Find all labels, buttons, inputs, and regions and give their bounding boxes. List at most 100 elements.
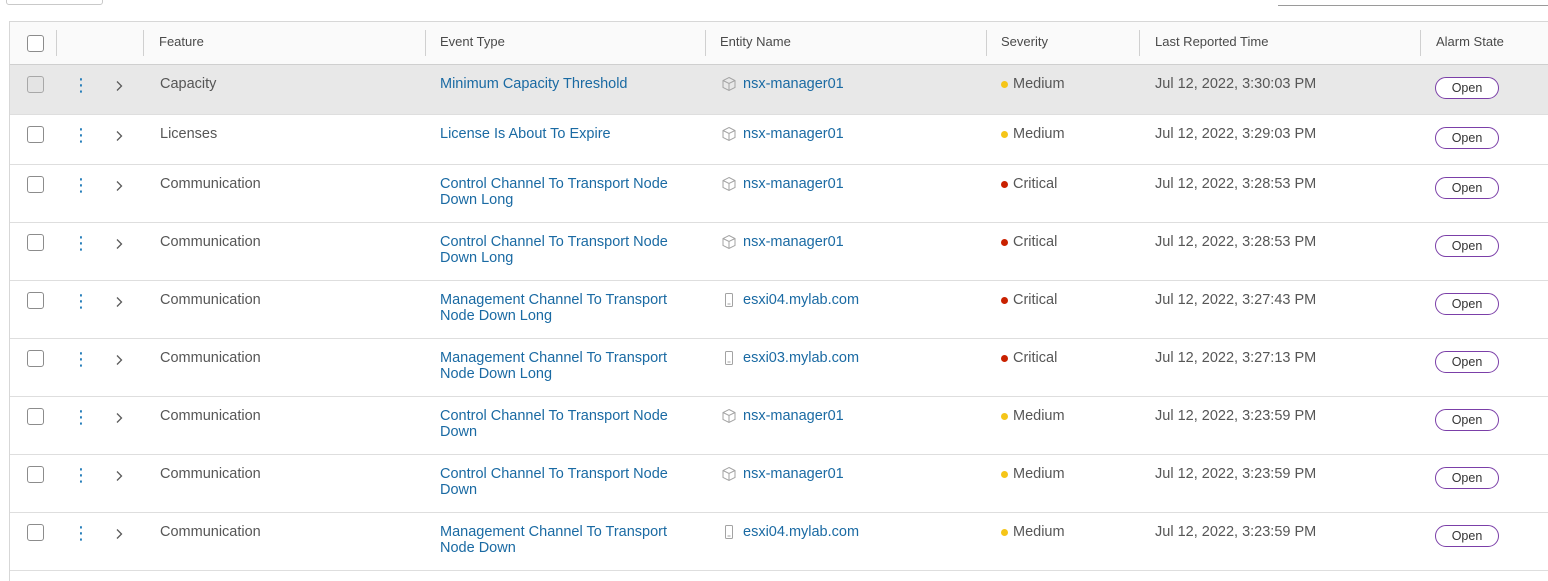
event-type-link[interactable]: Control Channel To Transport Node Down L…	[440, 234, 690, 266]
event-type-link[interactable]: License Is About To Expire	[440, 126, 690, 142]
expand-chevron-right-icon[interactable]	[113, 353, 125, 365]
table-row[interactable]: ⋮ Communication Management Channel To Tran…	[10, 339, 1548, 397]
entity-name-label: nsx-manager01	[743, 126, 844, 142]
alarm-state-badge[interactable]: Open	[1435, 467, 1499, 489]
expand-chevron-right-icon[interactable]	[113, 237, 125, 249]
severity-dot-icon	[1001, 354, 1008, 362]
table-row[interactable]: ⋮ Communication Control Channel To Transpo…	[10, 455, 1548, 513]
alarm-state-badge[interactable]: Open	[1435, 293, 1499, 315]
table-row[interactable]: ⋮ Capacity Minimum Capacity Threshold nsx-m…	[10, 65, 1548, 115]
table-row[interactable]: ⋮ Communication Management Channel To Tran…	[10, 513, 1548, 571]
feature-cell: Communication	[160, 350, 261, 366]
row-actions-kebab-icon[interactable]: ⋮	[72, 465, 90, 485]
row-checkbox[interactable]	[27, 350, 44, 367]
entity-name-link[interactable]: nsx-manager01	[721, 408, 844, 424]
entity-name-link[interactable]: esxi04.mylab.com	[721, 292, 859, 308]
alarm-state-badge[interactable]: Open	[1435, 177, 1499, 199]
feature-cell: Communication	[160, 524, 261, 540]
event-type-link[interactable]: Management Channel To Transport Node Dow…	[440, 292, 690, 324]
column-header-alarm-state[interactable]: Alarm State	[1421, 22, 1504, 64]
event-type-link[interactable]: Management Channel To Transport Node Dow…	[440, 524, 690, 556]
event-type-link[interactable]: Minimum Capacity Threshold	[440, 76, 690, 92]
alarm-state-badge[interactable]: Open	[1435, 525, 1499, 547]
cube-icon	[721, 176, 737, 192]
column-separator	[56, 30, 57, 56]
entity-name-link[interactable]: esxi03.mylab.com	[721, 350, 859, 366]
row-checkbox[interactable]	[27, 234, 44, 251]
column-header-entity-name[interactable]: Entity Name	[705, 22, 791, 64]
expand-chevron-right-icon[interactable]	[113, 295, 125, 307]
severity-label: Medium	[1013, 524, 1065, 540]
cube-icon	[721, 408, 737, 424]
table-row[interactable]: ⋮ Communication Control Channel To Transpo…	[10, 397, 1548, 455]
column-header-last-reported-time[interactable]: Last Reported Time	[1140, 22, 1268, 64]
entity-name-link[interactable]: nsx-manager01	[721, 76, 844, 92]
cube-icon	[721, 126, 737, 142]
severity-cell: Critical	[1001, 292, 1057, 308]
severity-dot-icon	[1001, 180, 1008, 188]
severity-label: Critical	[1013, 176, 1058, 192]
entity-name-link[interactable]: esxi04.mylab.com	[721, 524, 859, 540]
row-actions-kebab-icon[interactable]: ⋮	[72, 291, 90, 311]
severity-label: Critical	[1013, 350, 1058, 366]
row-checkbox[interactable]	[27, 524, 44, 541]
severity-cell: Critical	[1001, 234, 1057, 250]
expand-chevron-right-icon[interactable]	[113, 79, 125, 91]
event-type-link[interactable]: Control Channel To Transport Node Down L…	[440, 176, 690, 208]
severity-dot-icon	[1001, 296, 1008, 304]
row-checkbox[interactable]	[27, 466, 44, 483]
select-all-checkbox[interactable]	[27, 35, 44, 52]
row-checkbox[interactable]	[27, 176, 44, 193]
alarm-state-badge[interactable]: Open	[1435, 351, 1499, 373]
table-row[interactable]: ⋮ Communication Control Channel To Transpo…	[10, 223, 1548, 281]
entity-name-link[interactable]: nsx-manager01	[721, 126, 844, 142]
expand-chevron-right-icon[interactable]	[113, 411, 125, 423]
entity-name-label: esxi04.mylab.com	[743, 524, 860, 540]
entity-name-label: nsx-manager01	[743, 466, 844, 482]
expand-chevron-right-icon[interactable]	[113, 129, 125, 141]
entity-name-label: nsx-manager01	[743, 234, 844, 250]
event-type-link[interactable]: Control Channel To Transport Node Down	[440, 466, 690, 498]
last-reported-time-cell: Jul 12, 2022, 3:23:59 PM	[1155, 524, 1317, 540]
alarm-state-badge[interactable]: Open	[1435, 409, 1499, 431]
search-input[interactable]	[1278, 5, 1548, 6]
column-header-severity[interactable]: Severity	[986, 22, 1048, 64]
host-icon	[721, 524, 737, 540]
severity-cell: Critical	[1001, 350, 1057, 366]
table-row[interactable]: ⋮ Licenses License Is About To Expire nsx-m…	[10, 115, 1548, 165]
row-actions-kebab-icon[interactable]: ⋮	[72, 175, 90, 195]
severity-label: Medium	[1013, 76, 1065, 92]
alarm-state-badge[interactable]: Open	[1435, 235, 1499, 257]
feature-cell: Communication	[160, 292, 261, 308]
row-checkbox[interactable]	[27, 126, 44, 143]
last-reported-time-cell: Jul 12, 2022, 3:23:59 PM	[1155, 408, 1317, 424]
severity-label: Medium	[1013, 466, 1065, 482]
entity-name-link[interactable]: nsx-manager01	[721, 176, 844, 192]
event-type-link[interactable]: Control Channel To Transport Node Down	[440, 408, 690, 440]
expand-chevron-right-icon[interactable]	[113, 527, 125, 539]
entity-name-link[interactable]: nsx-manager01	[721, 234, 844, 250]
alarm-state-badge[interactable]: Open	[1435, 77, 1499, 99]
toolbar-button[interactable]	[6, 0, 103, 5]
alarm-state-badge[interactable]: Open	[1435, 127, 1499, 149]
feature-cell: Communication	[160, 466, 261, 482]
entity-name-label: nsx-manager01	[743, 408, 844, 424]
row-actions-kebab-icon[interactable]: ⋮	[72, 523, 90, 543]
event-type-link[interactable]: Management Channel To Transport Node Dow…	[440, 350, 690, 382]
expand-chevron-right-icon[interactable]	[113, 179, 125, 191]
row-actions-kebab-icon[interactable]: ⋮	[72, 407, 90, 427]
row-actions-kebab-icon[interactable]: ⋮	[72, 233, 90, 253]
severity-label: Critical	[1013, 292, 1058, 308]
column-header-feature[interactable]: Feature	[144, 22, 204, 64]
row-checkbox[interactable]	[27, 408, 44, 425]
row-actions-kebab-icon[interactable]: ⋮	[72, 125, 90, 145]
column-header-event-type[interactable]: Event Type	[425, 22, 505, 64]
row-checkbox[interactable]	[27, 292, 44, 309]
expand-chevron-right-icon[interactable]	[113, 469, 125, 481]
table-row[interactable]: ⋮ Communication Control Channel To Transpo…	[10, 165, 1548, 223]
row-actions-kebab-icon[interactable]: ⋮	[72, 349, 90, 369]
row-checkbox[interactable]	[27, 76, 44, 93]
entity-name-link[interactable]: nsx-manager01	[721, 466, 844, 482]
row-actions-kebab-icon[interactable]: ⋮	[72, 75, 90, 95]
table-row[interactable]: ⋮ Communication Management Channel To Tran…	[10, 281, 1548, 339]
